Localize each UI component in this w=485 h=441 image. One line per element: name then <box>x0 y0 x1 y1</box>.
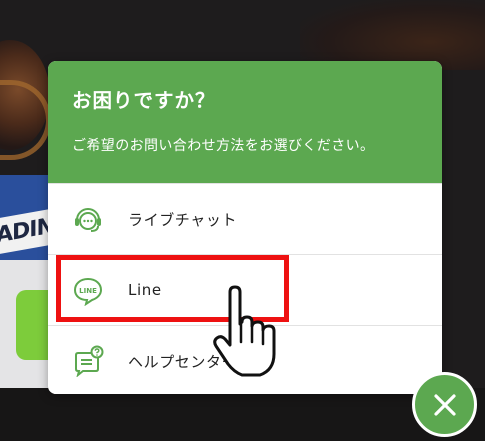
chat-headset-icon <box>72 203 104 235</box>
line-icon: LINE <box>72 274 104 307</box>
modal-subtitle: ご希望のお問い合わせ方法をお選びください。 <box>72 138 375 154</box>
modal-title: お困りですか？ <box>72 89 216 112</box>
option-live-chat[interactable]: ライブチャット <box>48 183 442 254</box>
close-button[interactable] <box>412 372 477 437</box>
help-center-icon <box>72 345 104 378</box>
background-warm-light <box>300 0 485 70</box>
option-help-center[interactable]: ヘルプセンター <box>48 325 442 394</box>
line-icon-text: LINE <box>79 287 97 295</box>
close-icon <box>433 393 456 416</box>
option-label-line: Line <box>128 281 162 299</box>
option-label-help-center: ヘルプセンター <box>128 352 238 371</box>
option-label-live-chat: ライブチャット <box>128 210 238 229</box>
option-line[interactable]: LINE Line <box>48 254 442 325</box>
help-modal: お困りですか？ ご希望のお問い合わせ方法をお選びください。 ライブチャット LI… <box>48 61 442 394</box>
modal-header: お困りですか？ ご希望のお問い合わせ方法をお選びください。 <box>48 61 442 183</box>
